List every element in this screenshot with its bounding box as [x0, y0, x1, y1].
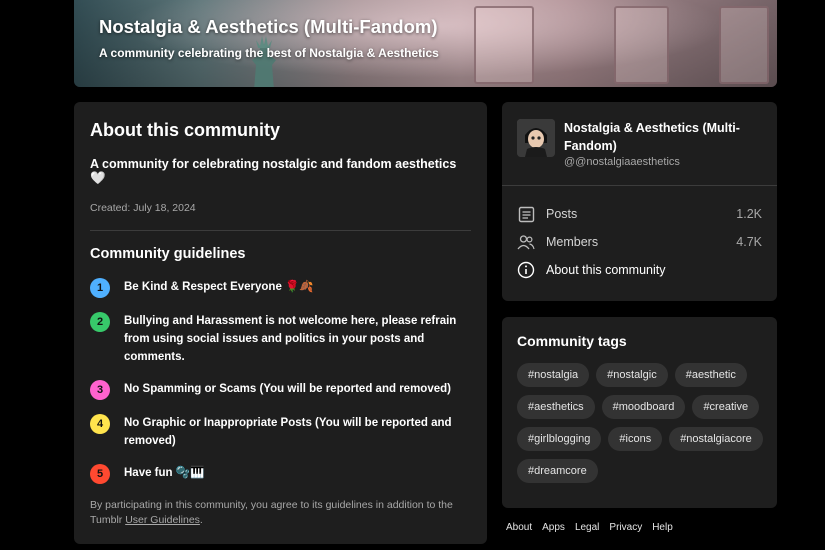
tag-chip[interactable]: #nostalgia — [517, 363, 590, 387]
footer-link-privacy[interactable]: Privacy — [609, 522, 642, 533]
tag-chip[interactable]: #aesthetic — [674, 363, 747, 387]
community-subtitle: A community celebrating the best of Nost… — [99, 46, 439, 60]
guideline-item: 5 Have fun 🫧🎹 — [90, 464, 471, 484]
profile-header[interactable]: Nostalgia & Aesthetics (Multi-Fandom) @@… — [517, 119, 754, 168]
banner-window-decoration — [614, 6, 669, 84]
tag-chip[interactable]: #creative — [692, 395, 760, 419]
footer-link-about[interactable]: About — [506, 522, 532, 533]
guideline-text: No Graphic or Inappropriate Posts (You w… — [124, 417, 452, 447]
posts-icon — [517, 205, 535, 223]
created-date: Created: July 18, 2024 — [90, 202, 196, 214]
about-community-link[interactable]: About this community — [517, 261, 762, 279]
members-label: Members — [546, 235, 599, 249]
community-profile-card: Nostalgia & Aesthetics (Multi-Fandom) @@… — [502, 102, 777, 301]
tag-chip[interactable]: #nostalgiacore — [669, 427, 763, 451]
guideline-number-badge: 1 — [90, 278, 110, 298]
guideline-number-badge: 4 — [90, 414, 110, 434]
tag-chip[interactable]: #nostalgic — [596, 363, 668, 387]
guideline-text: Be Kind & Respect Everyone 🌹🍂 — [124, 281, 314, 293]
about-title: About this community — [90, 120, 280, 140]
tags-list: #nostalgia #nostalgic #aesthetic #aesthe… — [517, 363, 767, 483]
community-title: Nostalgia & Aesthetics (Multi-Fandom) — [99, 16, 438, 37]
divider — [90, 230, 471, 231]
guideline-item: 2 Bullying and Harassment is not welcome… — [90, 312, 471, 366]
community-tags-card: Community tags #nostalgia #nostalgic #ae… — [502, 317, 777, 508]
community-banner: Nostalgia & Aesthetics (Multi-Fandom) A … — [74, 0, 777, 87]
banner-window-decoration — [719, 6, 769, 84]
guideline-item: 4 No Graphic or Inappropriate Posts (You… — [90, 414, 471, 450]
tag-chip[interactable]: #aesthetics — [517, 395, 595, 419]
profile-name[interactable]: Nostalgia & Aesthetics (Multi-Fandom) — [564, 119, 754, 155]
guideline-number-badge: 5 — [90, 464, 110, 484]
members-count: 4.7K — [736, 235, 762, 249]
footer-link-legal[interactable]: Legal — [575, 522, 599, 533]
footer-links: About Apps Legal Privacy Help — [506, 522, 673, 533]
guideline-number-badge: 2 — [90, 312, 110, 332]
divider — [502, 185, 777, 186]
community-description: A community for celebrating nostalgic an… — [90, 157, 457, 185]
members-icon — [517, 233, 535, 251]
profile-handle: @@nostalgiaaesthetics — [564, 156, 680, 168]
about-community-label: About this community — [546, 263, 666, 277]
avatar-image — [517, 119, 555, 157]
footer-link-help[interactable]: Help — [652, 522, 673, 533]
footer-link-apps[interactable]: Apps — [542, 522, 565, 533]
banner-window-decoration — [474, 6, 534, 84]
guideline-text: Bullying and Harassment is not welcome h… — [124, 315, 457, 363]
user-guidelines-link[interactable]: User Guidelines — [125, 514, 200, 526]
avatar[interactable] — [517, 119, 555, 157]
guidelines-list: 1 Be Kind & Respect Everyone 🌹🍂 2 Bullyi… — [90, 278, 471, 484]
guidelines-title: Community guidelines — [90, 246, 246, 262]
agreement-end: . — [199, 514, 203, 526]
members-stat[interactable]: Members 4.7K — [517, 233, 762, 251]
guidelines-agreement: By participating in this community, you … — [90, 498, 471, 528]
tag-chip[interactable]: #moodboard — [601, 395, 686, 419]
about-community-card: About this community A community for cel… — [74, 102, 487, 544]
guideline-text: No Spamming or Scams (You will be report… — [124, 383, 451, 395]
tag-chip[interactable]: #dreamcore — [517, 459, 598, 483]
posts-count: 1.2K — [736, 207, 762, 221]
guideline-number-badge: 3 — [90, 380, 110, 400]
info-icon — [517, 261, 535, 279]
tag-chip[interactable]: #girlblogging — [517, 427, 602, 451]
posts-label: Posts — [546, 207, 578, 221]
tags-title: Community tags — [517, 333, 627, 349]
tag-chip[interactable]: #icons — [608, 427, 663, 451]
guideline-item: 3 No Spamming or Scams (You will be repo… — [90, 380, 471, 400]
guideline-text: Have fun 🫧🎹 — [124, 467, 205, 479]
posts-stat[interactable]: Posts 1.2K — [517, 205, 762, 223]
guideline-item: 1 Be Kind & Respect Everyone 🌹🍂 — [90, 278, 471, 298]
